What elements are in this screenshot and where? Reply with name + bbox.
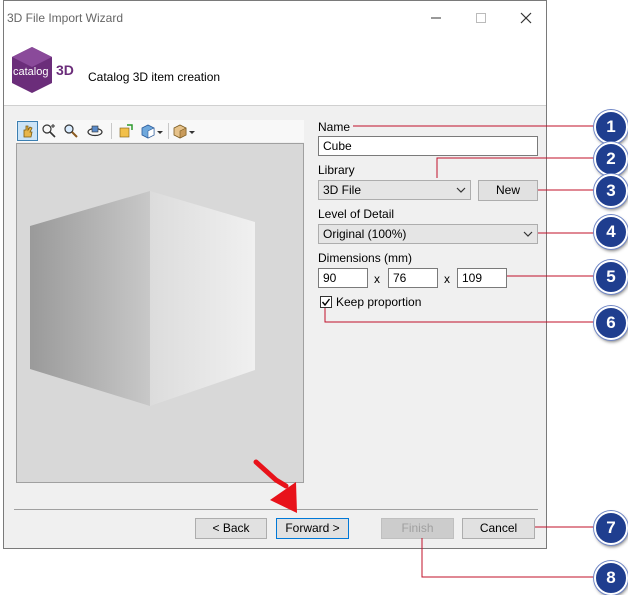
forward-arrow (253, 459, 297, 513)
callout-5: 5 (594, 260, 628, 294)
callout-6: 6 (594, 306, 628, 340)
callout-8: 8 (594, 561, 628, 595)
callout-2: 2 (594, 142, 628, 176)
callout-7: 7 (594, 511, 628, 545)
callout-1: 1 (594, 110, 628, 144)
callout-4: 4 (594, 215, 628, 249)
callout-3: 3 (594, 174, 628, 208)
